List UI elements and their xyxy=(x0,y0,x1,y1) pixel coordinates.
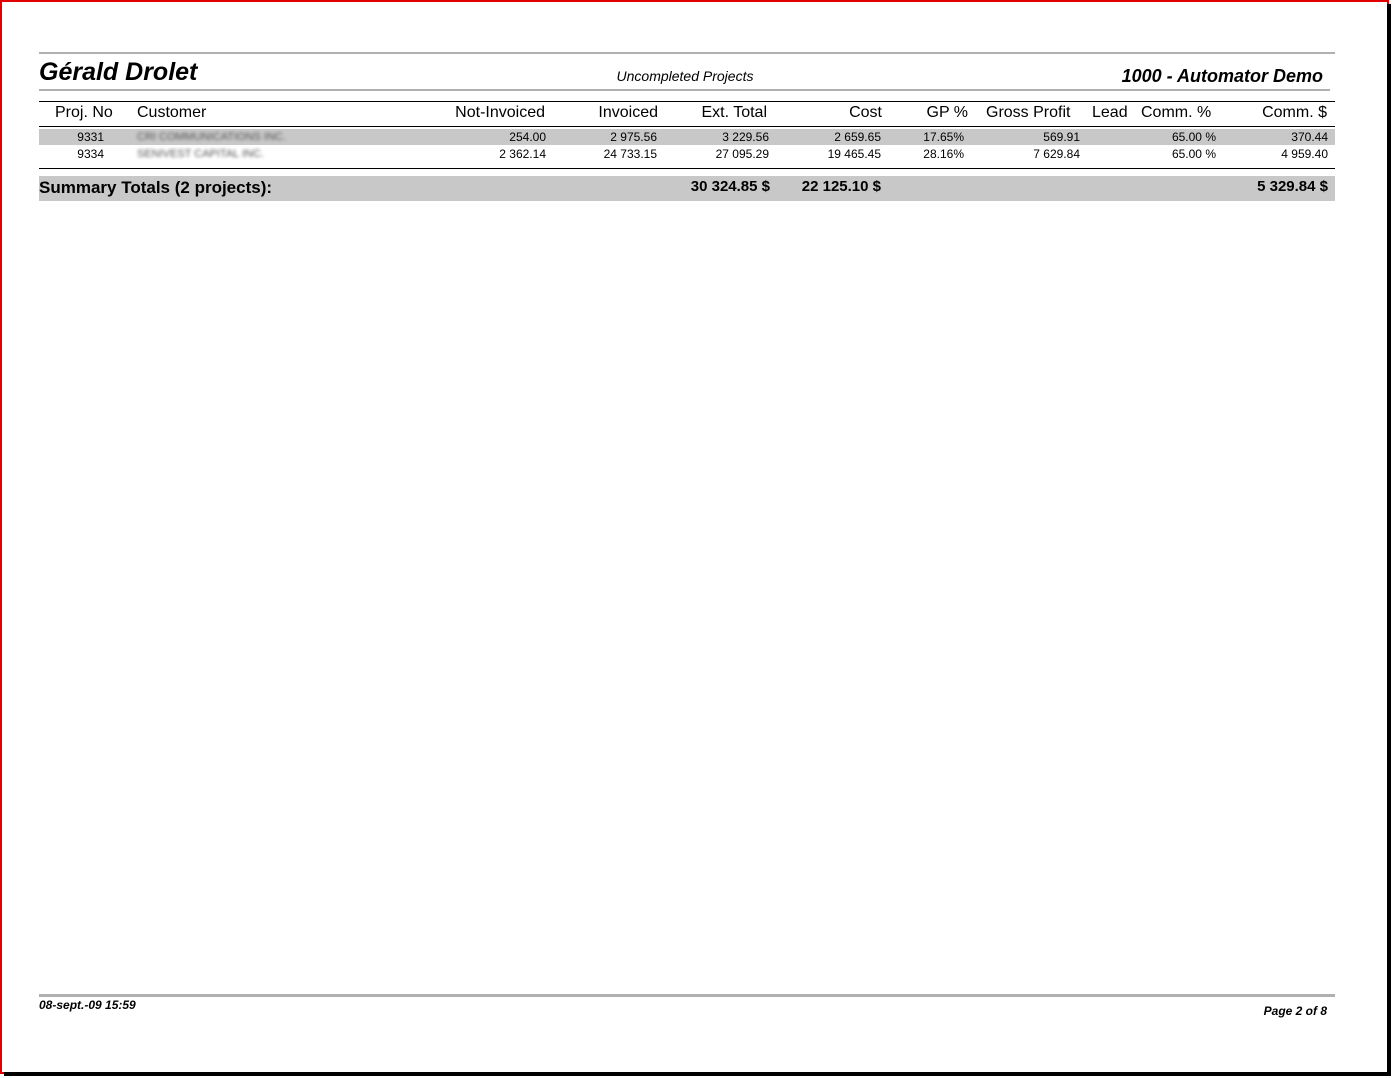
company-name: 1000 - Automator Demo xyxy=(1121,66,1323,86)
row-not-invoiced: 254.00 xyxy=(509,130,546,144)
page-shadow-right xyxy=(1387,4,1391,1076)
page-shadow-bottom xyxy=(4,1072,1391,1076)
summary-ext-total: 30 324.85 $ xyxy=(690,178,770,195)
row-gross-profit: 569.91 xyxy=(1043,130,1080,144)
row-invoiced: 24 733.15 xyxy=(603,147,657,161)
row-not-invoiced: 2 362.14 xyxy=(499,147,546,161)
row-cost: 2 659.65 xyxy=(834,130,881,144)
salesperson-name: Gérald Drolet xyxy=(39,58,198,86)
row-proj-no: 9331 xyxy=(77,130,104,144)
col-customer: Customer xyxy=(137,104,207,121)
footer-rule xyxy=(39,994,1335,997)
col-cost: Cost xyxy=(849,104,882,121)
column-header-bottom-rule xyxy=(39,126,1335,127)
print-datetime: 08-sept.-09 15:59 xyxy=(39,998,136,1012)
header-bottom-rule xyxy=(39,89,1330,91)
row-proj-no: 9334 xyxy=(77,147,104,161)
row-comm-amount: 370.44 xyxy=(1291,130,1328,144)
row-comm-amount: 4 959.40 xyxy=(1281,147,1328,161)
col-comm-amount: Comm. $ xyxy=(1262,104,1327,121)
row-gp-pct: 17.65% xyxy=(923,130,964,144)
page-frame xyxy=(0,0,1389,1074)
report-title: Uncompleted Projects xyxy=(616,68,754,84)
col-not-invoiced: Not-Invoiced xyxy=(455,104,545,121)
table-bottom-rule xyxy=(39,168,1335,169)
row-comm-pct: 65.00 % xyxy=(1171,130,1216,144)
col-ext-total: Ext. Total xyxy=(701,104,767,121)
column-header-top-rule xyxy=(39,101,1335,102)
row-customer: SENIVEST CAPITAL INC. xyxy=(137,148,264,160)
summary-cost: 22 125.10 $ xyxy=(801,178,881,195)
row-ext-total: 27 095.29 xyxy=(715,147,769,161)
row-customer: CRI COMMUNICATIONS INC. xyxy=(137,131,286,143)
row-cost: 19 465.45 xyxy=(827,147,881,161)
header-top-rule xyxy=(39,52,1335,54)
col-gp-pct: GP % xyxy=(926,104,969,121)
col-lead: Lead xyxy=(1092,104,1128,121)
col-gross-profit: Gross Profit xyxy=(986,104,1071,121)
row-gross-profit: 7 629.84 xyxy=(1033,147,1080,161)
row-ext-total: 3 229.56 xyxy=(722,130,769,144)
summary-label: Summary Totals (2 projects): xyxy=(39,178,273,197)
col-invoiced: Invoiced xyxy=(598,104,658,121)
row-gp-pct: 28.16% xyxy=(923,147,964,161)
summary-comm: 5 329.84 $ xyxy=(1257,178,1328,195)
col-proj-no: Proj. No xyxy=(55,104,113,121)
page-number: Page 2 of 8 xyxy=(1263,1004,1327,1018)
col-comm-pct: Comm. % xyxy=(1141,104,1212,121)
row-invoiced: 2 975.56 xyxy=(610,130,657,144)
row-comm-pct: 65.00 % xyxy=(1171,147,1216,161)
